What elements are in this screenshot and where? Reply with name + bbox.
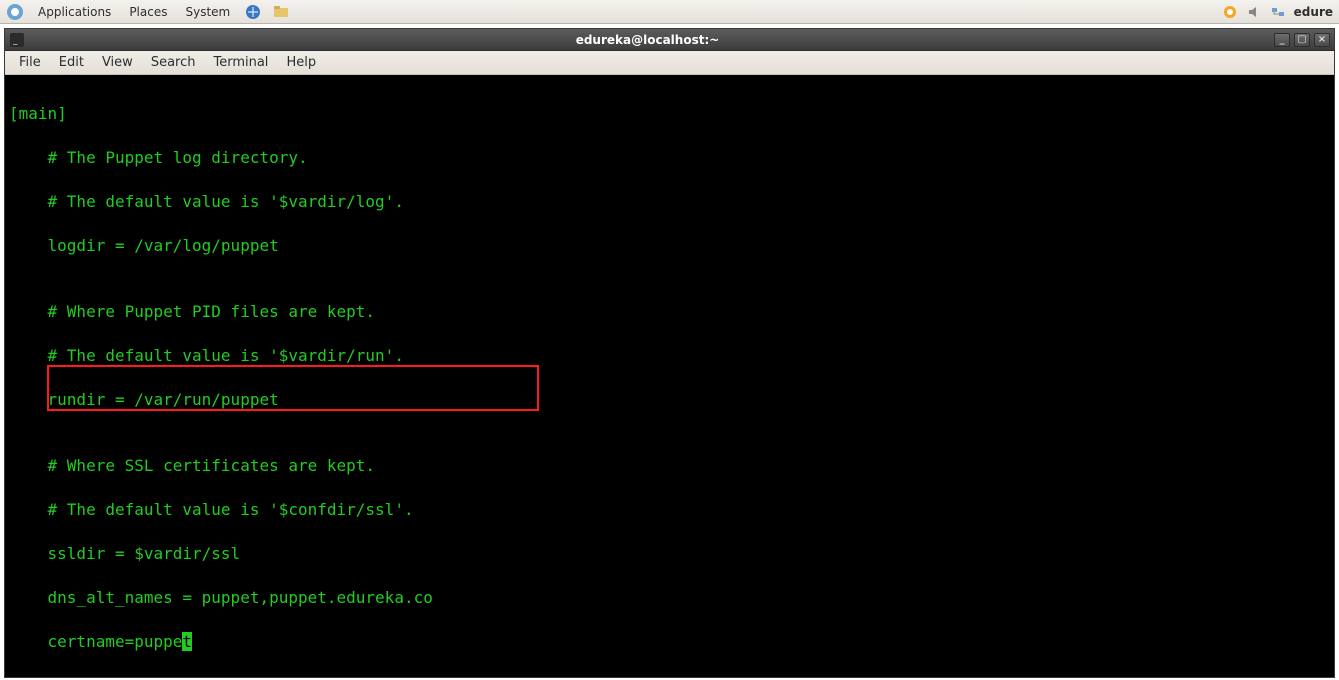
term-line: # Where SSL certificates are kept.	[9, 455, 1330, 477]
term-line-dns-alt-names: dns_alt_names = puppet,puppet.edureka.co	[9, 587, 1330, 609]
term-line: [main]	[9, 103, 1330, 125]
terminal-app-icon: _	[5, 33, 25, 47]
menu-help[interactable]: Help	[278, 53, 324, 72]
panel-system[interactable]: System	[181, 5, 234, 19]
distro-menu-icon[interactable]	[6, 3, 24, 21]
window-minimize-button[interactable]: _	[1274, 33, 1290, 47]
svg-text:_: _	[13, 36, 18, 46]
terminal-window: _ edureka@localhost:~ _ ▢ × File Edit Vi…	[4, 28, 1335, 678]
term-line: ssldir = $vardir/ssl	[9, 543, 1330, 565]
window-maximize-button[interactable]: ▢	[1294, 33, 1310, 47]
menu-file[interactable]: File	[11, 53, 49, 72]
gnome-top-panel: Applications Places System edure	[0, 0, 1339, 24]
file-manager-launcher-icon[interactable]	[272, 3, 290, 21]
panel-applications[interactable]: Applications	[34, 5, 115, 19]
certname-text: certname=puppe	[48, 632, 183, 651]
menu-edit[interactable]: Edit	[51, 53, 92, 72]
term-line: rundir = /var/run/puppet	[9, 389, 1330, 411]
term-line: logdir = /var/log/puppet	[9, 235, 1330, 257]
term-line: # The Puppet log directory.	[9, 147, 1330, 169]
panel-user-label[interactable]: edure	[1294, 5, 1333, 19]
term-line: # The default value is '$vardir/run'.	[9, 345, 1330, 367]
browser-launcher-icon[interactable]	[244, 3, 262, 21]
window-close-button[interactable]: ×	[1314, 33, 1330, 47]
network-icon[interactable]	[1270, 4, 1286, 20]
menu-terminal[interactable]: Terminal	[205, 53, 276, 72]
panel-places[interactable]: Places	[125, 5, 171, 19]
window-titlebar[interactable]: _ edureka@localhost:~ _ ▢ ×	[5, 29, 1334, 51]
terminal-menubar: File Edit View Search Terminal Help	[5, 51, 1334, 75]
update-notifier-icon[interactable]	[1222, 4, 1238, 20]
menu-search[interactable]: Search	[143, 53, 204, 72]
terminal-cursor: t	[182, 632, 192, 651]
menu-view[interactable]: View	[94, 53, 141, 72]
window-title: edureka@localhost:~	[25, 33, 1270, 47]
term-line: [agent]	[9, 675, 1330, 677]
term-line: # The default value is '$vardir/log'.	[9, 191, 1330, 213]
term-line: # Where Puppet PID files are kept.	[9, 301, 1330, 323]
term-line: # The default value is '$confdir/ssl'.	[9, 499, 1330, 521]
term-line-certname: certname=puppet	[9, 631, 1330, 653]
sound-icon[interactable]	[1246, 4, 1262, 20]
terminal-content[interactable]: [main] # The Puppet log directory. # The…	[5, 75, 1334, 677]
